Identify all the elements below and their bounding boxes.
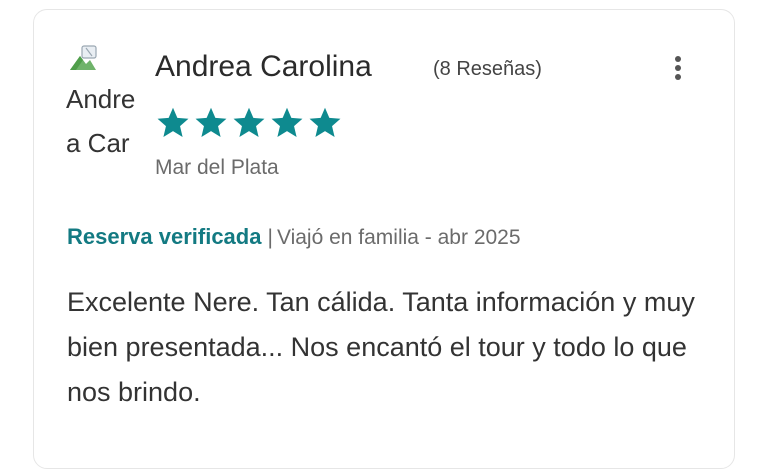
more-vertical-icon xyxy=(675,56,681,62)
reviewer-location: Mar del Plata xyxy=(155,156,279,179)
review-text: Excelente Nere. Tan cálida. Tanta inform… xyxy=(67,287,695,407)
review-count[interactable]: (8 Reseñas) xyxy=(433,58,542,81)
star-icon xyxy=(233,107,265,137)
star-icon xyxy=(195,107,227,137)
trip-info: Viajó en familia - abr 2025 xyxy=(276,226,521,249)
verified-booking-label: Reserva verificada xyxy=(67,224,262,249)
more-options-button[interactable] xyxy=(666,52,690,84)
broken-image-icon xyxy=(70,45,97,70)
star-icon xyxy=(271,107,303,137)
star-icon xyxy=(157,107,189,137)
reviewer-name: Andrea Carolina xyxy=(155,50,372,83)
avatar: Andrea Carolina xyxy=(66,44,146,164)
more-vertical-icon-dot xyxy=(675,74,681,80)
star-icon xyxy=(309,107,341,137)
avatar-alt-text: Andrea Carolina xyxy=(66,84,136,158)
meta-separator: | xyxy=(267,226,273,249)
review-meta: Reserva verificada | Viajó en familia - ab… xyxy=(67,224,521,250)
more-vertical-icon-dot xyxy=(675,65,681,71)
star-rating xyxy=(155,104,343,144)
